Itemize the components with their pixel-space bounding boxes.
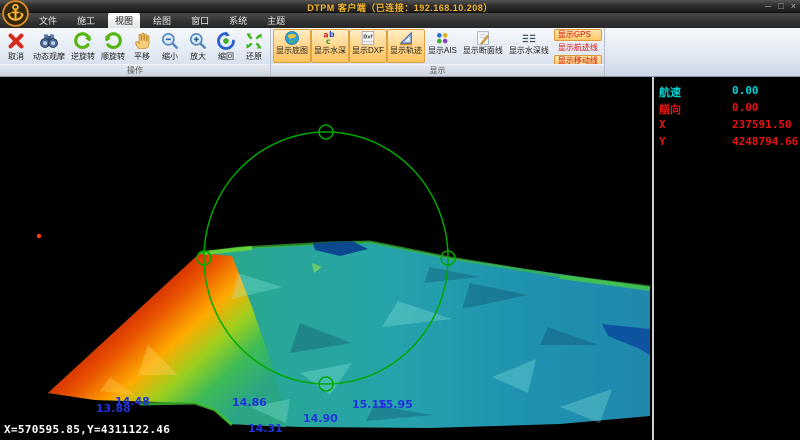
- menu-item-window[interactable]: 窗口: [184, 13, 216, 28]
- restore-view-button[interactable]: 还原: [240, 29, 268, 63]
- show-depth-line-button[interactable]: 显示水深线: [506, 29, 552, 63]
- depth-label: 14.90: [303, 412, 338, 425]
- hand-icon: [131, 30, 153, 52]
- telemetry-row-speed: 航速 0.00: [654, 83, 800, 100]
- pan-button[interactable]: 平移: [128, 29, 156, 63]
- zoom-in-icon: [187, 30, 209, 52]
- zoom-back-button[interactable]: 缩回: [212, 29, 240, 63]
- window-controls: ─ □ ×: [765, 0, 796, 12]
- show-trackline-toggle[interactable]: 显示航迹线: [554, 42, 602, 54]
- svg-text:c: c: [326, 37, 330, 46]
- menu-item-construction[interactable]: 施工: [70, 13, 102, 28]
- base-map-icon: [283, 30, 301, 46]
- water-depth-icon: abc: [321, 30, 339, 46]
- telemetry-row-x: X 237591.50: [654, 117, 800, 134]
- y-label: Y: [659, 135, 666, 148]
- maximize-icon[interactable]: □: [778, 0, 783, 12]
- restore-icon: [243, 30, 265, 52]
- close-icon[interactable]: ×: [791, 0, 796, 12]
- reset-icon: [215, 30, 237, 52]
- menu-item-system[interactable]: 系统: [222, 13, 254, 28]
- zoom-in-button[interactable]: 放大: [184, 29, 212, 63]
- marker-dot: [37, 234, 41, 238]
- cancel-button[interactable]: 取消: [2, 29, 30, 63]
- menu-item-file[interactable]: 文件: [32, 13, 64, 28]
- y-value: 4248794.66: [732, 135, 798, 148]
- menu-item-drawing[interactable]: 绘图: [146, 13, 178, 28]
- minimize-icon[interactable]: ─: [765, 0, 771, 12]
- depth-label: 15.95: [378, 398, 413, 411]
- show-basemap-button[interactable]: 显示底图: [273, 29, 311, 63]
- show-depth-button[interactable]: abc 显示水深: [311, 29, 349, 63]
- depth-label: 14.31: [248, 422, 283, 435]
- rotate-ccw-icon: [72, 30, 94, 52]
- dynamic-view-button[interactable]: 动态观摩: [30, 29, 68, 63]
- ais-icon: [433, 30, 451, 46]
- menu-bar: 文件 施工 视图 绘图 窗口 系统 主题: [0, 13, 800, 28]
- group-label-display: 显示: [271, 64, 604, 76]
- zoom-out-button[interactable]: 缩小: [156, 29, 184, 63]
- telemetry-row-y: Y 4248794.66: [654, 134, 800, 151]
- display-toggle-stack: 显示GPS 显示航迹线 显示移动线: [554, 29, 602, 63]
- dxf-icon: Dxf: [359, 30, 377, 46]
- zoom-out-icon: [159, 30, 181, 52]
- show-gps-toggle[interactable]: 显示GPS: [554, 29, 602, 41]
- cancel-icon: [5, 30, 27, 52]
- ribbon-toolbar: 取消 动态观摩 逆旋转: [0, 28, 800, 77]
- rotate-ccw-button[interactable]: 逆旋转: [68, 29, 98, 63]
- menu-item-view[interactable]: 视图: [108, 13, 140, 28]
- telemetry-panel: 航速 0.00 艏向 0.00 X 237591.50 Y 4248794.66: [652, 77, 800, 440]
- show-track-button[interactable]: 显示轨迹: [387, 29, 425, 63]
- depth-line-icon: [520, 30, 538, 46]
- toolbar-group-operations: 取消 动态观摩 逆旋转: [0, 28, 271, 76]
- group-label-operations: 操作: [0, 64, 270, 76]
- binoculars-icon: [38, 30, 60, 52]
- show-ais-button[interactable]: 显示AIS: [425, 29, 460, 63]
- bathymetry-scene: [0, 77, 652, 440]
- app-logo-anchor-icon[interactable]: [2, 0, 29, 27]
- heading-value: 0.00: [732, 101, 759, 114]
- cursor-coordinates: X=570595.85,Y=4311122.46: [4, 423, 170, 436]
- rotate-cw-button[interactable]: 顺旋转: [98, 29, 128, 63]
- section-line-icon: [474, 30, 492, 46]
- depth-label: 14.86: [232, 396, 267, 409]
- window-title: DTPM 客户端（已连接：192.168.10.208）: [0, 1, 800, 14]
- speed-label: 航速: [659, 84, 681, 100]
- depth-label: 14.48: [115, 395, 150, 408]
- heading-label: 艏向: [659, 101, 681, 117]
- show-section-line-button[interactable]: 显示断面线: [460, 29, 506, 63]
- speed-value: 0.00: [732, 84, 759, 97]
- track-ruler-icon: [397, 30, 415, 46]
- title-bar: DTPM 客户端（已连接：192.168.10.208） ─ □ ×: [0, 0, 800, 13]
- rotate-cw-icon: [102, 30, 124, 52]
- toolbar-group-display: 显示底图 abc 显示水深 Dxf 显示DXF 显示轨迹: [271, 28, 605, 76]
- menu-item-theme[interactable]: 主题: [260, 13, 292, 28]
- x-value: 237591.50: [732, 118, 792, 131]
- telemetry-row-heading: 艏向 0.00: [654, 100, 800, 117]
- show-dxf-button[interactable]: Dxf 显示DXF: [349, 29, 387, 63]
- terrain-viewport[interactable]: 13.88 14.48 14.86 14.90 15.15 15.95 14.3…: [0, 77, 652, 440]
- x-label: X: [659, 118, 666, 131]
- svg-text:Dxf: Dxf: [363, 34, 373, 40]
